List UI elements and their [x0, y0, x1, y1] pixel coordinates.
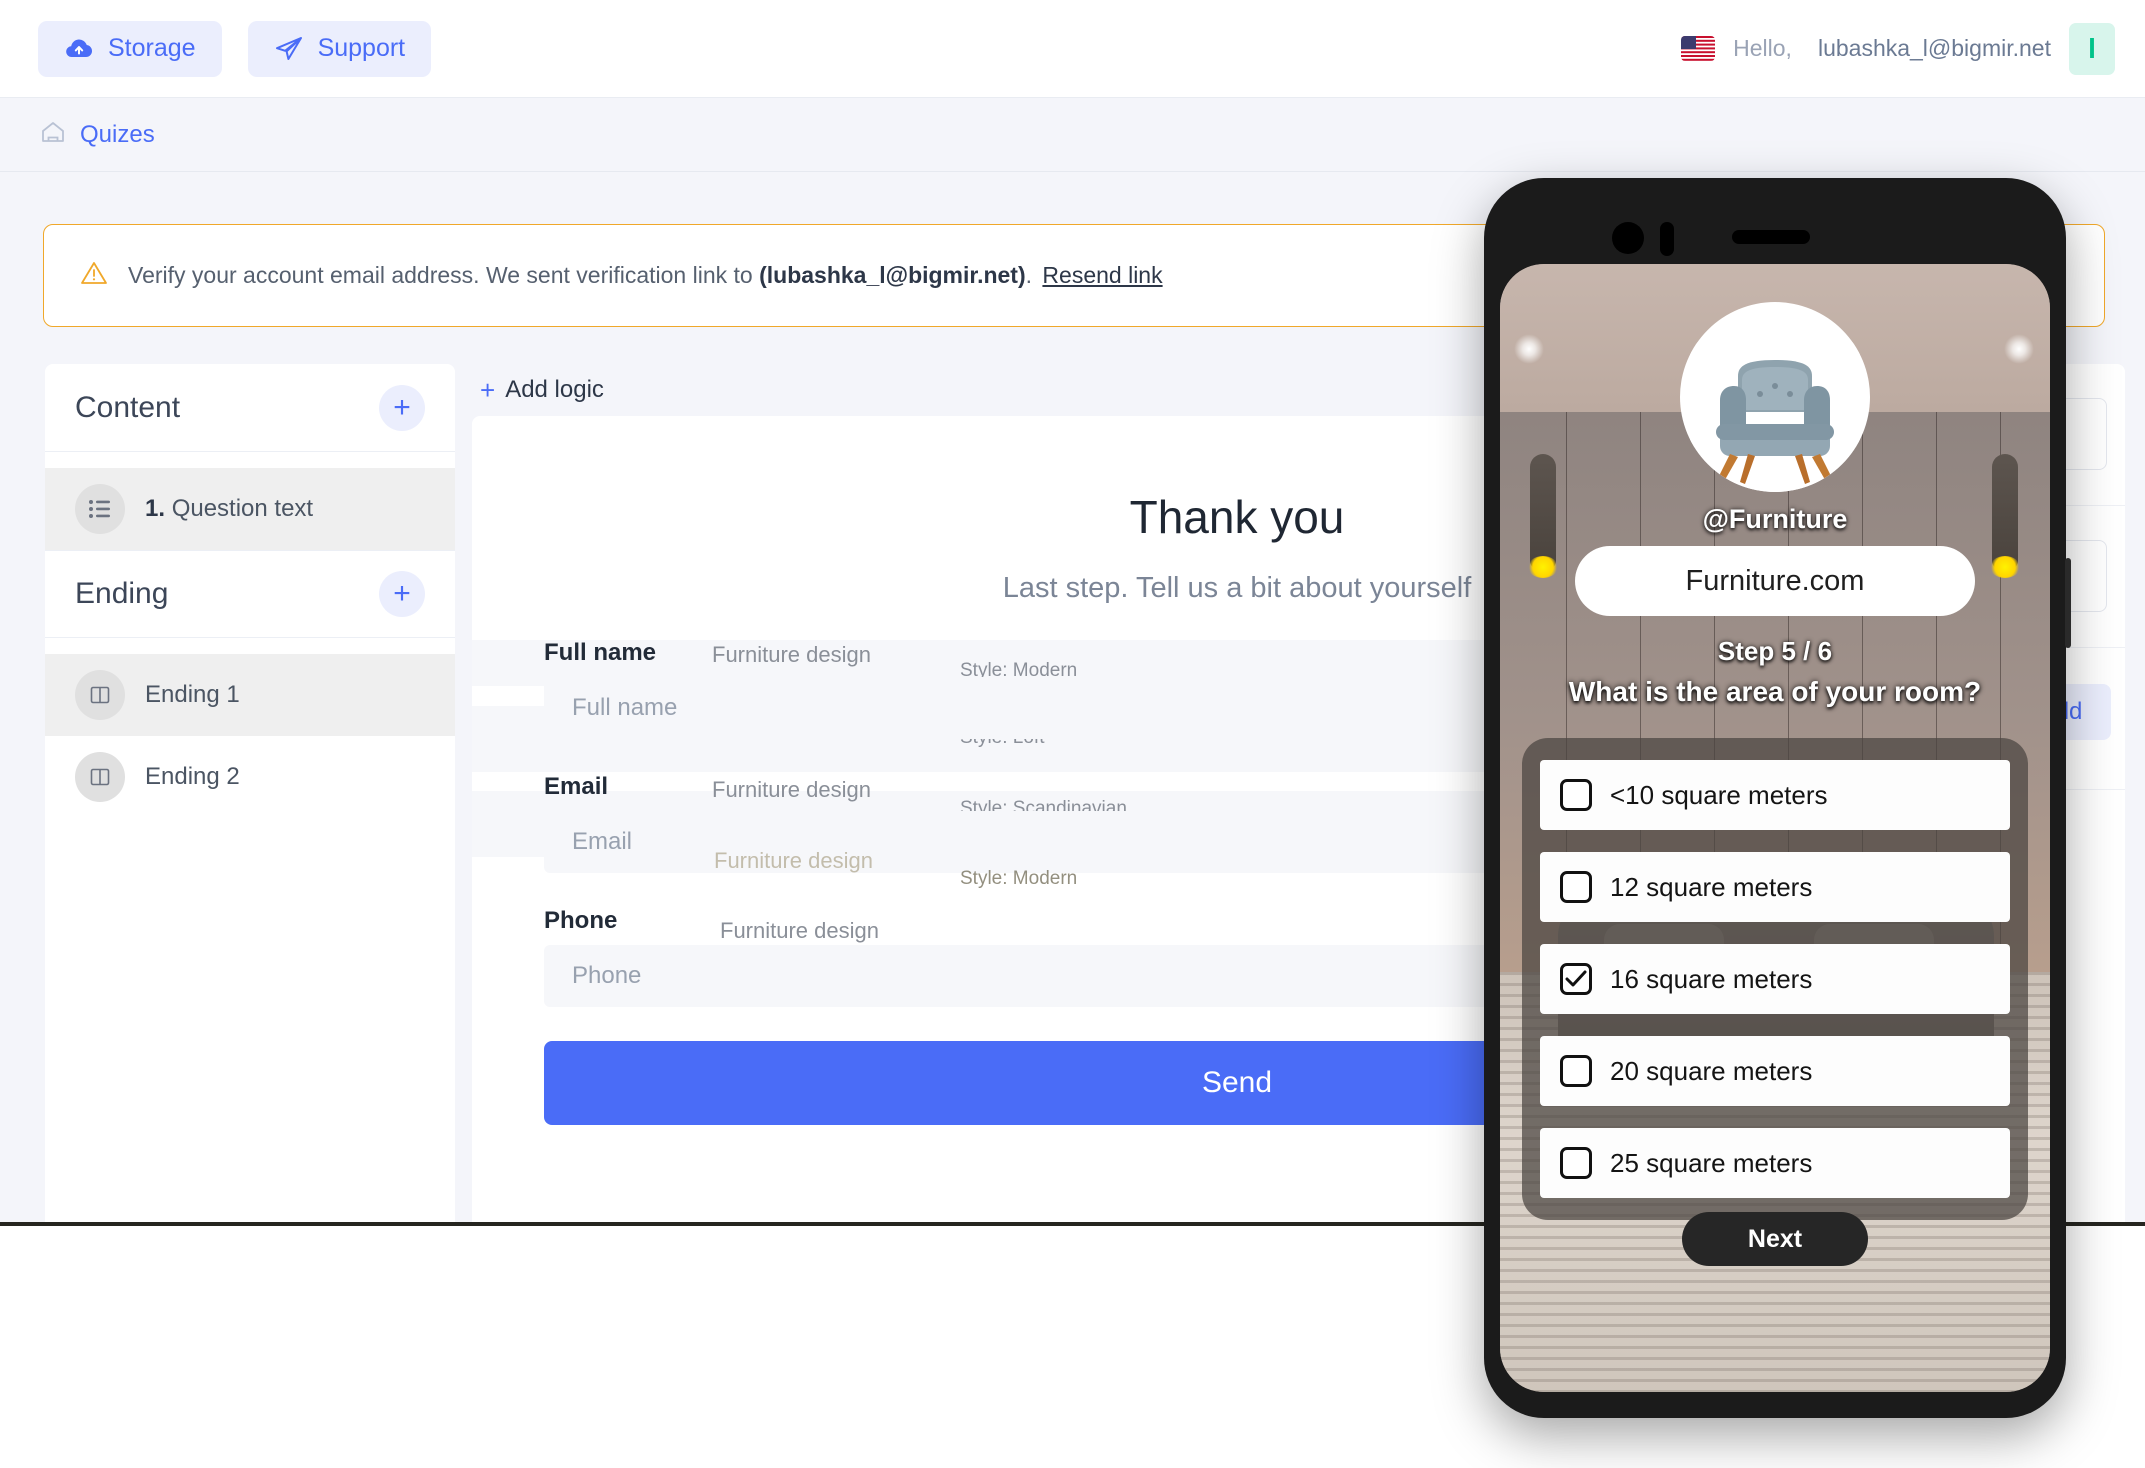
- storage-button[interactable]: Storage: [38, 20, 222, 77]
- checkbox-icon[interactable]: [1560, 1055, 1592, 1087]
- phone-power-button[interactable]: [2065, 558, 2071, 648]
- paper-plane-icon: [274, 35, 304, 63]
- layout-icon: [75, 670, 125, 720]
- sidebar-spacer-2: [45, 638, 455, 654]
- list-icon: [75, 484, 125, 534]
- sidebar-item-question-text[interactable]: 1. Question text: [45, 468, 455, 550]
- quiz-option-label: <10 square meters: [1610, 779, 1828, 810]
- phone-camera-icon: [1612, 222, 1644, 254]
- phone-preview: @Furniture Furniture.com Step 5 / 6 What…: [1484, 178, 2071, 1418]
- greeting-label: Hello,: [1733, 35, 1792, 61]
- avatar[interactable]: l: [2069, 22, 2115, 75]
- quiz-option[interactable]: 25 square meters: [1540, 1128, 2010, 1198]
- brand-avatar: [1680, 302, 1870, 492]
- notice-message: Verify your account email address. We se…: [128, 262, 753, 288]
- resend-link[interactable]: Resend link: [1042, 262, 1162, 288]
- top-bar: Storage Support Hello, lubashka_l@bigmir…: [0, 0, 2145, 98]
- flag-us-icon[interactable]: [1681, 36, 1716, 61]
- storage-label: Storage: [108, 34, 196, 62]
- notice-text: Verify your account email address. We se…: [128, 262, 1163, 289]
- sidebar-item-ending-1-label: Ending 1: [145, 681, 240, 708]
- support-button[interactable]: Support: [247, 20, 432, 77]
- sidebar-ending-title: Ending: [75, 577, 169, 610]
- quiz-step-label: Step 5 / 6: [1717, 636, 1833, 666]
- quiz-next-button[interactable]: Next: [1682, 1212, 1868, 1266]
- checkbox-icon[interactable]: [1560, 871, 1592, 903]
- sidebar-spacer-1: [45, 452, 455, 468]
- layout-icon: [75, 752, 125, 802]
- quiz-option[interactable]: <10 square meters: [1540, 760, 2010, 830]
- phone-sensor-icon: [1660, 222, 1674, 256]
- question-number: 1.: [145, 495, 166, 522]
- notice-email: (lubashka_l@bigmir.net): [759, 262, 1026, 288]
- sidebar-item-ending-2-label: Ending 2: [145, 763, 240, 790]
- add-ending-button[interactable]: +: [379, 571, 425, 617]
- question-title: Question text: [171, 495, 314, 522]
- user-email: lubashka_l@bigmir.net: [1817, 35, 2051, 61]
- quiz-option-label: 20 square meters: [1610, 1055, 1813, 1086]
- add-ending-plus-label: +: [393, 577, 411, 610]
- breadcrumb: Quizes: [0, 98, 2145, 172]
- sidebar-item-ending-1[interactable]: Ending 1: [45, 654, 455, 736]
- sidebar-item-ending-2[interactable]: Ending 2: [45, 736, 455, 818]
- brand-handle: @Furniture: [1702, 504, 1848, 534]
- phone-speaker-icon: [1732, 230, 1810, 244]
- sidebar-section-content-header: Content +: [45, 364, 455, 452]
- sidebar-item-question-text-label: 1. Question text: [145, 495, 313, 523]
- send-button-label: Send: [1201, 1066, 1273, 1099]
- quiz-question: What is the area of your room?: [1568, 676, 1982, 707]
- brand-site-label: Furniture.com: [1685, 564, 1865, 597]
- notice-period: .: [1025, 262, 1033, 288]
- top-bar-user: Hello, lubashka_l@bigmir.net l: [1681, 22, 2145, 75]
- sidebar: Content + 1. Question text Ending + Endi…: [45, 364, 455, 1222]
- phone-screen: @Furniture Furniture.com Step 5 / 6 What…: [1500, 264, 2050, 1392]
- breadcrumb-link-quizes[interactable]: Quizes: [80, 121, 155, 149]
- quiz-option-label: 12 square meters: [1610, 871, 1813, 902]
- quiz-next-label: Next: [1747, 1224, 1803, 1253]
- cloud-icon: [64, 37, 94, 61]
- add-logic-label: Add logic: [505, 376, 604, 403]
- warning-icon: [80, 260, 108, 291]
- checkbox-icon[interactable]: [1560, 1147, 1592, 1179]
- brand-site-pill[interactable]: Furniture.com: [1575, 546, 1975, 616]
- home-icon: [40, 120, 66, 149]
- quiz-option-label: 25 square meters: [1610, 1147, 1813, 1178]
- add-logic-plus-icon: +: [480, 374, 496, 405]
- quiz-option[interactable]: 20 square meters: [1540, 1036, 2010, 1106]
- quiz-option[interactable]: 12 square meters: [1540, 852, 2010, 922]
- top-bar-actions: Storage Support: [0, 20, 432, 77]
- quiz-option[interactable]: 16 square meters: [1540, 944, 2010, 1014]
- quiz-options-list: <10 square meters 12 square meters 16 sq…: [1522, 738, 2028, 1220]
- sidebar-section-ending-header: Ending +: [45, 550, 455, 638]
- checkbox-checked-icon[interactable]: [1560, 963, 1592, 995]
- avatar-letter: l: [2088, 32, 2096, 64]
- checkbox-icon[interactable]: [1560, 779, 1592, 811]
- quiz-option-label: 16 square meters: [1610, 963, 1813, 994]
- sidebar-content-title: Content: [75, 390, 181, 424]
- add-content-plus-label: +: [393, 390, 411, 424]
- support-label: Support: [317, 34, 406, 62]
- add-content-button[interactable]: +: [379, 384, 425, 431]
- armchair-icon: [1690, 342, 1860, 492]
